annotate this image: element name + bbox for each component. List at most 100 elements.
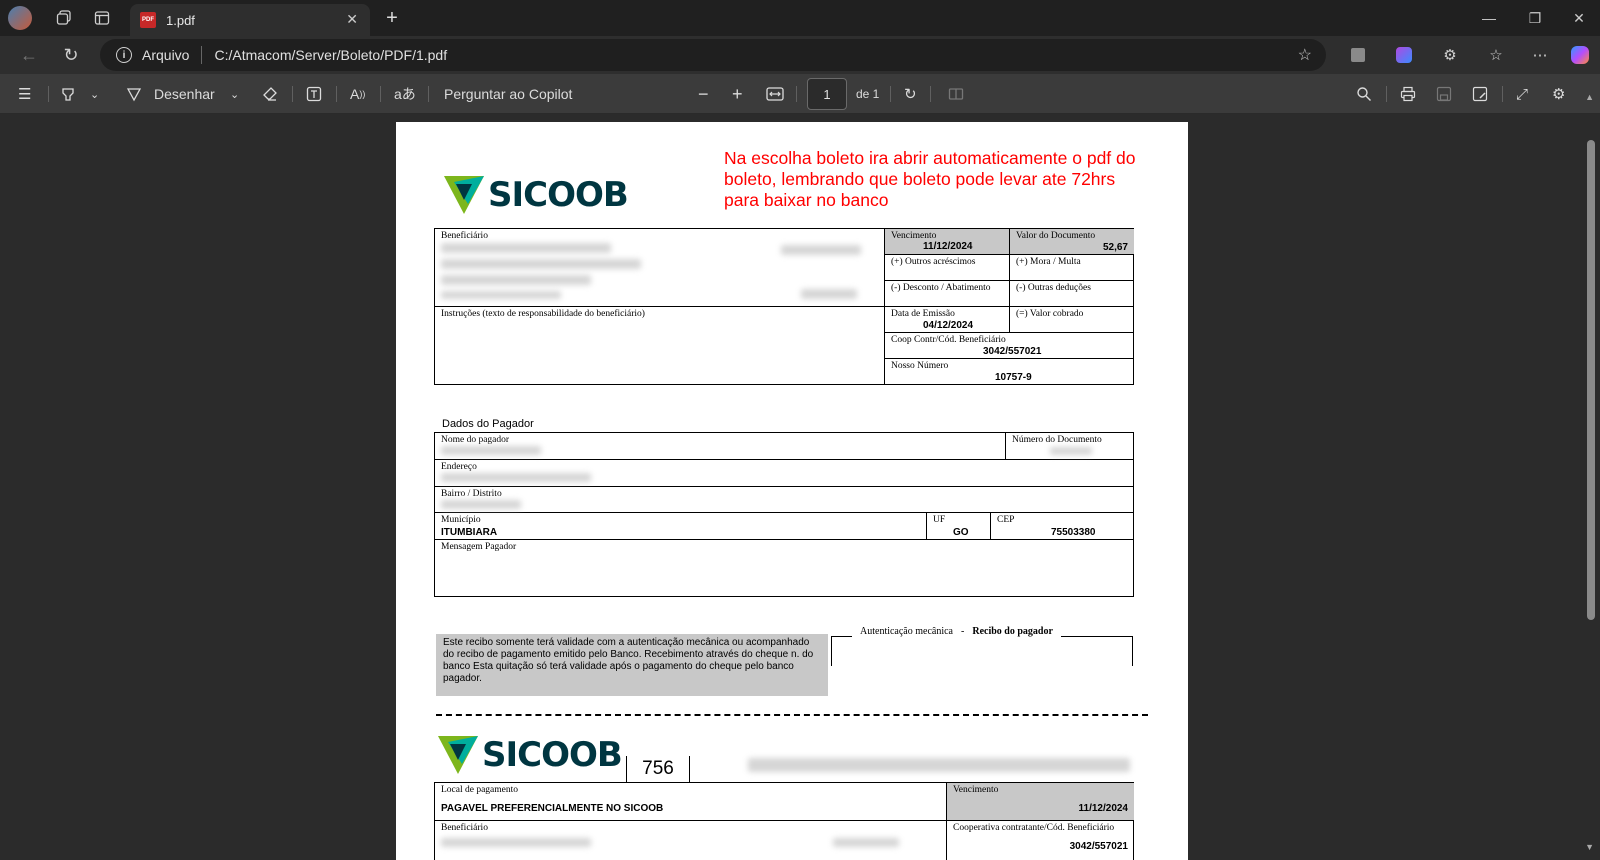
endereco-label: Endereço (441, 462, 477, 472)
ficha-beneficiario-label: Beneficiário (441, 823, 488, 833)
outras-deducoes-label: (-) Outras deduções (1016, 283, 1091, 293)
rotate-icon[interactable]: ↻ (904, 74, 917, 114)
scrollbar-thumb[interactable] (1587, 140, 1595, 620)
toolbar-divider (930, 86, 931, 102)
bank-name: SICOOB (488, 175, 629, 215)
autenticacao-frame (831, 636, 1133, 666)
mensagem-pagador-label: Mensagem Pagador (441, 542, 517, 552)
back-arrow-icon[interactable]: ← (14, 41, 44, 69)
toolbar-divider (336, 86, 337, 102)
fit-width-icon[interactable] (766, 74, 784, 114)
draw-label: Desenhar (154, 86, 215, 102)
draw-pen-icon (126, 88, 142, 102)
page-number-input[interactable]: 1 (807, 78, 847, 110)
recibo-pagador-label: Recibo do pagador (972, 626, 1053, 637)
save-as-icon[interactable] (1472, 74, 1488, 114)
save-icon[interactable] (1436, 74, 1452, 114)
ficha-coop-label: Cooperativa contratante/Cód. Beneficiári… (953, 823, 1115, 833)
translate-icon[interactable]: aあ (394, 74, 416, 114)
toolbar-divider (1386, 86, 1387, 102)
header-box: Beneficiário Instruções (texto de respon… (434, 228, 1134, 385)
print-icon[interactable] (1400, 74, 1416, 114)
zoom-out-icon[interactable]: − (698, 74, 709, 114)
extension-square-icon[interactable] (1344, 41, 1372, 69)
close-tab-icon[interactable]: ✕ (346, 11, 358, 28)
highlight-dropdown-chevron-icon[interactable]: ⌄ (90, 74, 99, 114)
address-url[interactable]: C:/Atmacom/Server/Boleto/PDF/1.pdf (214, 47, 447, 63)
restore-button[interactable]: ❐ (1512, 0, 1558, 36)
address-bar[interactable]: i Arquivo C:/Atmacom/Server/Boleto/PDF/1… (100, 39, 1326, 71)
extensions-puzzle-icon[interactable]: ⚙ (1436, 41, 1464, 69)
uf-cell: UF GO (927, 513, 991, 540)
scroll-down-icon[interactable]: ▼ (1585, 842, 1594, 852)
dados-pagador-title: Dados do Pagador (442, 418, 534, 430)
nome-pagador-cell: Nome do pagador (435, 433, 1006, 460)
bairro-label: Bairro / Distrito (441, 489, 502, 499)
pdf-page: SICOOB Na escolha boleto ira abrir autom… (396, 122, 1188, 860)
redacted-text (441, 473, 591, 482)
bank-name-lower: SICOOB (482, 735, 623, 775)
scroll-up-icon[interactable]: ▲ (1585, 92, 1594, 102)
coop-value: 3042/557021 (983, 346, 1042, 357)
local-pagamento-value: PAGAVEL PREFERENCIALMENTE NO SICOOB (441, 803, 664, 814)
instrucoes-cell: Instruções (texto de responsabilidade do… (435, 307, 885, 384)
tab-actions-icon[interactable] (84, 0, 120, 36)
toolbar-divider (380, 86, 381, 102)
ficha-coop-value: 3042/557021 (1069, 841, 1128, 852)
close-window-button[interactable]: ✕ (1556, 0, 1600, 36)
tab-title: 1.pdf (166, 12, 195, 28)
profile-avatar[interactable] (8, 6, 32, 30)
settings-gear-icon[interactable]: ⚙ (1552, 74, 1565, 114)
text-box-icon[interactable] (306, 74, 322, 114)
municipio-cell: Município ITUMBIARA (435, 513, 927, 540)
valor-documento-label: Valor do Documento (1016, 231, 1096, 241)
info-icon[interactable]: i (116, 47, 132, 63)
more-menu-icon[interactable]: ⋯ (1526, 41, 1554, 69)
local-pagamento-cell: Local de pagamento PAGAVEL PREFERENCIALM… (435, 783, 947, 821)
favorites-icon[interactable]: ☆ (1482, 41, 1510, 69)
address-divider (201, 46, 203, 64)
cep-cell: CEP 75503380 (991, 513, 1134, 540)
workspaces-icon[interactable] (46, 0, 82, 36)
read-aloud-icon[interactable]: A)) (350, 74, 365, 114)
toolbar-divider (796, 86, 797, 102)
instrucoes-label: Instruções (texto de responsabilidade do… (441, 309, 645, 319)
valor-documento-value: 52,67 (1102, 242, 1128, 253)
nosso-numero-label: Nosso Número (891, 361, 949, 371)
refresh-icon[interactable]: ↻ (56, 41, 86, 69)
contents-list-icon[interactable]: ☰ (18, 74, 31, 114)
favorite-star-icon[interactable]: ☆ (1298, 45, 1312, 65)
zoom-in-icon[interactable]: + (732, 74, 743, 114)
valor-cobrado-label: (=) Valor cobrado (1016, 309, 1084, 319)
draw-button[interactable]: Desenhar (126, 74, 215, 114)
ficha-beneficiario-cell: Beneficiário (435, 821, 947, 860)
fullscreen-icon[interactable]: ⤢ (1516, 74, 1528, 114)
search-icon[interactable] (1356, 74, 1372, 114)
eraser-icon[interactable] (262, 74, 278, 114)
draw-dropdown-chevron-icon[interactable]: ⌄ (230, 74, 239, 114)
pdf-toolbar: ☰ ⌄ Desenhar ⌄ A)) aあ Perguntar ao Copil… (0, 74, 1600, 114)
tab-pdf[interactable]: PDF 1.pdf ✕ (130, 4, 370, 36)
redacted-text (801, 289, 857, 299)
mora-multa-cell: (+) Mora / Multa (1010, 255, 1134, 281)
bairro-cell: Bairro / Distrito (435, 487, 1134, 513)
pdf-file-icon: PDF (140, 12, 156, 28)
vencimento-label: Vencimento (891, 231, 937, 241)
cep-value: 75503380 (1051, 527, 1096, 538)
sicoob-mark-icon (438, 736, 478, 774)
sicoob-logo: SICOOB (442, 174, 629, 216)
copilot-icon[interactable] (1566, 41, 1594, 69)
valor-cobrado-cell: (=) Valor cobrado (1010, 307, 1134, 333)
address-toolbar: ← ↻ i Arquivo C:/Atmacom/Server/Boleto/P… (0, 36, 1600, 74)
ask-copilot-button[interactable]: Perguntar ao Copilot (444, 74, 572, 114)
page-view-icon[interactable] (948, 74, 964, 114)
uf-value: GO (953, 527, 969, 538)
numero-documento-cell: Número do Documento (1006, 433, 1134, 460)
new-tab-button[interactable]: + (378, 4, 406, 32)
minimize-button[interactable]: — (1466, 0, 1512, 36)
data-emissao-cell: Data de Emissão 04/12/2024 (885, 307, 1010, 333)
copilot-extension-icon[interactable] (1390, 41, 1418, 69)
nosso-numero-value: 10757-9 (995, 372, 1032, 383)
numero-documento-label: Número do Documento (1012, 435, 1102, 445)
highlight-icon[interactable] (60, 74, 76, 114)
